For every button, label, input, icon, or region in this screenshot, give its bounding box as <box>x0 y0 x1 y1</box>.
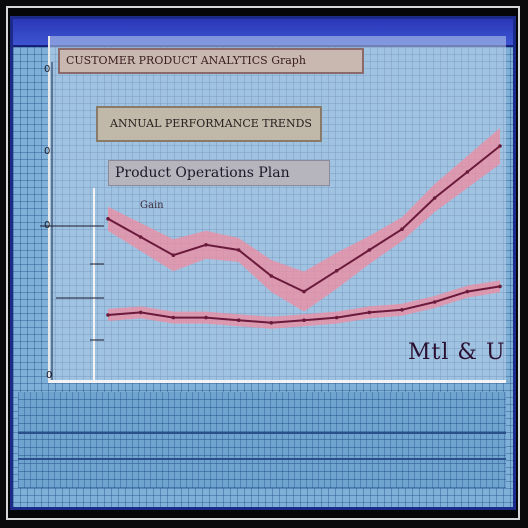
data-point <box>269 274 274 278</box>
data-point <box>138 310 143 315</box>
data-point <box>106 313 110 317</box>
y-tick-label: 0 <box>44 220 51 231</box>
data-point <box>432 196 437 200</box>
data-point <box>236 318 241 323</box>
data-point <box>334 269 339 273</box>
y-tick-label: 0 <box>44 146 51 157</box>
lower-data-panel <box>18 392 506 488</box>
data-point <box>367 248 372 252</box>
data-point <box>465 289 470 294</box>
data-point <box>465 170 470 174</box>
y-tick-label: 0 <box>46 370 53 381</box>
data-point <box>302 318 306 323</box>
data-point <box>498 284 502 289</box>
data-point <box>171 315 176 320</box>
data-point <box>269 321 274 325</box>
chart-subtitle: ANNUAL PERFORMANCE TRENDS <box>96 106 322 142</box>
y-tick-label: 0 <box>44 64 51 75</box>
data-point <box>236 248 241 252</box>
data-point <box>400 227 404 231</box>
data-point <box>171 253 176 257</box>
chart-annotation: Mtl & U <box>408 340 506 365</box>
data-point <box>204 243 208 247</box>
data-point <box>334 315 339 320</box>
chart-title: CUSTOMER PRODUCT ANALYTICS Graph <box>58 48 364 74</box>
series-label: Gain <box>140 200 164 211</box>
data-point <box>498 144 502 148</box>
chart-label: Product Operations Plan <box>108 160 330 186</box>
lower-divider <box>18 432 506 434</box>
data-point <box>138 235 143 239</box>
series-band <box>108 128 500 312</box>
data-point <box>432 300 437 304</box>
data-point <box>106 217 110 221</box>
lower-divider <box>18 458 506 460</box>
data-point <box>367 310 372 315</box>
data-point <box>204 315 208 320</box>
data-point <box>302 289 306 294</box>
data-point <box>400 308 404 312</box>
